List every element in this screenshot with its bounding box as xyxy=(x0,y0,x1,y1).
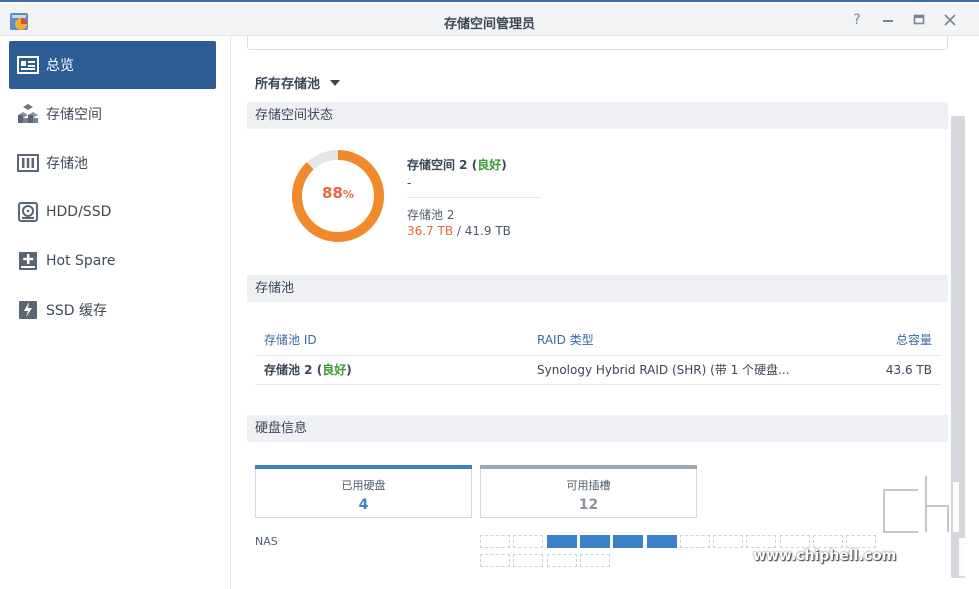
disk-slot-empty[interactable] xyxy=(480,554,510,567)
nas-label: NAS xyxy=(255,535,278,548)
column-total-capacity[interactable]: 总容量 xyxy=(848,324,941,356)
sidebar-item-storage-pool[interactable]: 存储池 xyxy=(9,139,216,187)
available-slots-label: 可用插槽 xyxy=(566,479,611,492)
disk-info-heading: 硬盘信息 xyxy=(247,415,948,442)
card-accent-bar xyxy=(480,465,697,469)
disk-slot-filled[interactable] xyxy=(579,535,610,548)
top-panel-edge xyxy=(247,36,948,50)
storage-pool-icon xyxy=(17,152,39,174)
column-raid-type[interactable]: RAID 类型 xyxy=(528,324,848,356)
volume-name: 存储空间 2 xyxy=(407,158,468,172)
overview-icon xyxy=(17,54,39,76)
volume-description: - xyxy=(407,176,412,190)
card-accent-bar xyxy=(255,465,472,469)
volume-capacity: 36.7 TB / 41.9 TB xyxy=(407,224,511,238)
storage-pool-heading: 存储池 xyxy=(247,275,948,302)
hdd-icon xyxy=(17,201,39,223)
hot-spare-icon xyxy=(17,250,39,272)
divider xyxy=(407,197,541,198)
disk-slot-empty[interactable] xyxy=(679,535,710,548)
volume-used: 36.7 TB xyxy=(407,224,454,238)
sidebar-item-label: 存储空间 xyxy=(46,107,102,123)
capacity-cell: 43.6 TB xyxy=(848,355,941,385)
chiphell-watermark-logo xyxy=(881,476,965,579)
used-disks-label: 已用硬盘 xyxy=(341,479,386,492)
disk-slot-filled[interactable] xyxy=(546,535,577,548)
disk-slot-empty[interactable] xyxy=(546,554,577,567)
disk-slot-empty[interactable] xyxy=(579,554,610,567)
storage-pool-table: 存储池 ID RAID 类型 总容量 存储池 2 (良好) Synology H… xyxy=(255,324,941,385)
volume-total: 41.9 TB xyxy=(464,224,511,238)
close-icon[interactable] xyxy=(941,11,959,29)
usage-percent-sign: % xyxy=(342,188,354,201)
help-icon[interactable]: ? xyxy=(848,11,866,29)
usage-percent-value: 88 xyxy=(322,184,343,202)
maximize-icon[interactable] xyxy=(910,11,928,29)
raid-type-cell: Synology Hybrid RAID (SHR) (带 1 个硬盘... xyxy=(528,355,848,385)
title-bar: 存储空间管理员 ? xyxy=(0,4,979,36)
available-slots-count: 12 xyxy=(578,497,599,513)
used-disks-card: 已用硬盘 4 xyxy=(255,465,472,518)
volume-status-badge: 良好 xyxy=(477,158,502,172)
disk-slot-empty[interactable] xyxy=(713,535,744,548)
window-title: 存储空间管理员 xyxy=(443,17,535,32)
used-disks-count: 4 xyxy=(358,497,369,513)
volume-title: 存储空间 2 (良好) xyxy=(407,158,507,172)
pool-status-badge: 良好 xyxy=(322,363,347,377)
pool-filter-label: 所有存储池 xyxy=(255,77,321,92)
chevron-down-icon xyxy=(330,79,341,86)
disk-slot-empty[interactable] xyxy=(513,535,544,548)
available-slots-card: 可用插槽 12 xyxy=(480,465,697,518)
capacity-separator: / xyxy=(453,224,465,238)
minimize-icon[interactable] xyxy=(879,11,897,29)
sidebar-item-label: Hot Spare xyxy=(46,253,116,269)
sidebar-item-volume[interactable]: 存储空间 xyxy=(9,90,216,138)
column-pool-id[interactable]: 存储池 ID xyxy=(255,324,528,356)
volume-pool-name: 存储池 2 xyxy=(407,208,455,222)
sidebar: 总览 存储空间 存储池 HDD/SSD Hot Spare SSD 缓存 xyxy=(0,36,231,589)
cubes-icon xyxy=(17,103,39,125)
disk-slot-filled[interactable] xyxy=(613,535,644,548)
volume-status-heading: 存储空间状态 xyxy=(247,102,948,129)
sidebar-item-label: HDD/SSD xyxy=(46,204,112,220)
table-header-row: 存储池 ID RAID 类型 总容量 xyxy=(255,324,941,356)
pool-filter-dropdown[interactable]: 所有存储池 xyxy=(255,73,341,92)
sidebar-item-ssd-cache[interactable]: SSD 缓存 xyxy=(9,286,216,334)
sidebar-item-label: SSD 缓存 xyxy=(46,303,108,319)
pool-name: 存储池 2 xyxy=(264,363,313,377)
pool-id-cell: 存储池 2 (良好) xyxy=(255,355,528,385)
watermark-url: www.chiphell.com xyxy=(753,548,897,564)
storage-manager-window: 存储空间管理员 ? 总览 存储空间 存储池 HDD/SSD Hot Spare … xyxy=(0,0,979,589)
disk-slot-filled[interactable] xyxy=(646,535,677,548)
disk-slot-empty[interactable] xyxy=(513,554,544,567)
usage-percent: 88% xyxy=(290,184,386,202)
sidebar-item-label: 存储池 xyxy=(46,156,88,172)
disk-slot-empty[interactable] xyxy=(480,535,510,548)
ssd-cache-icon xyxy=(17,299,39,321)
table-row[interactable]: 存储池 2 (良好) Synology Hybrid RAID (SHR) (带… xyxy=(255,355,941,385)
sidebar-item-hdd-ssd[interactable]: HDD/SSD xyxy=(9,188,216,236)
sidebar-item-hot-spare[interactable]: Hot Spare xyxy=(9,237,216,285)
sidebar-item-overview[interactable]: 总览 xyxy=(9,41,216,89)
sidebar-item-label: 总览 xyxy=(46,58,74,74)
